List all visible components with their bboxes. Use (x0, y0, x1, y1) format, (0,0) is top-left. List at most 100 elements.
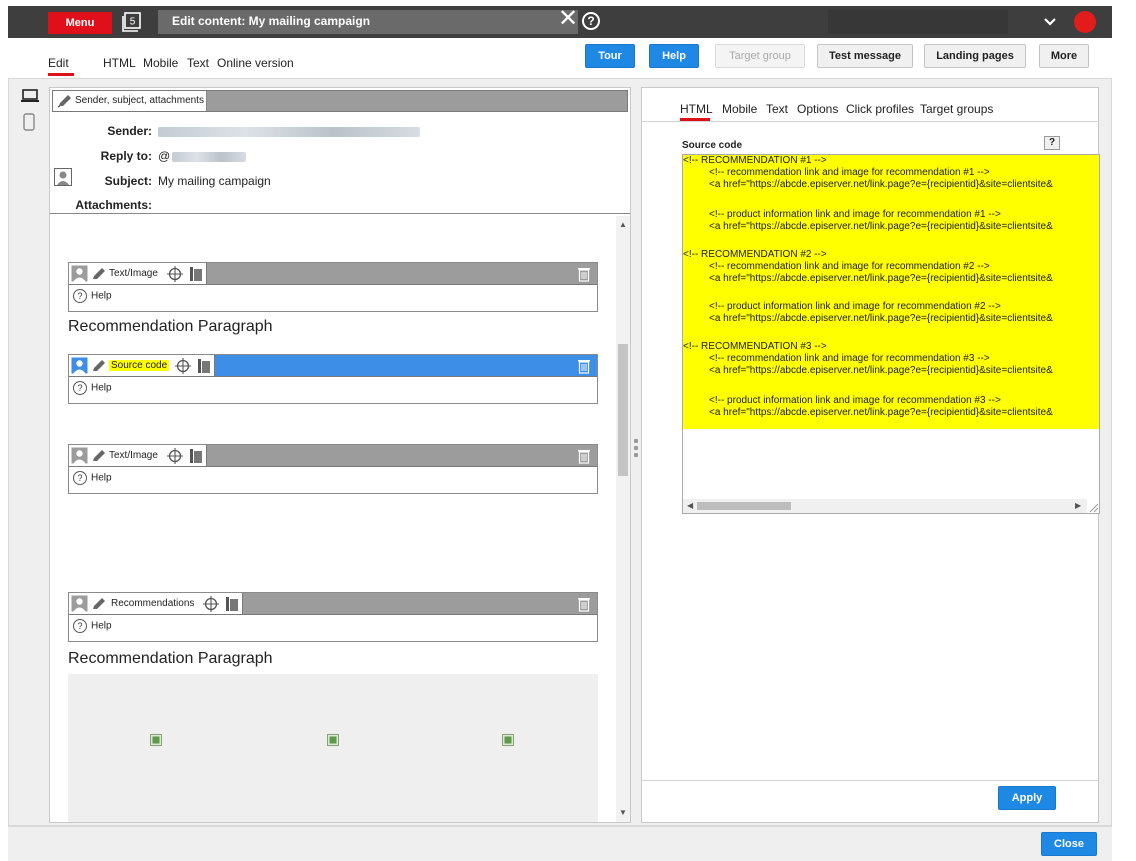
tour-button[interactable]: Tour (585, 44, 635, 68)
landing-pages-button[interactable]: Landing pages (924, 44, 1026, 68)
block-toolbar: Recommendations (69, 593, 597, 615)
header-section-bar[interactable]: Sender, subject, attachments (52, 90, 628, 112)
pencil-icon[interactable] (91, 449, 107, 463)
test-message-button[interactable]: Test message (817, 44, 913, 68)
window-title-box: Edit content: My mailing campaign (158, 10, 578, 34)
content-block-text-image[interactable]: Text/Image ? Help (68, 262, 598, 312)
user-status-dot[interactable] (1074, 11, 1096, 33)
trash-icon[interactable] (577, 596, 591, 612)
message-header-section: Sender, subject, attachments Sender: Rep… (50, 88, 630, 214)
scroll-left-arrow[interactable]: ◀ (687, 501, 693, 510)
code-line: <a href="https://abcde.episerver.net/lin… (709, 273, 1053, 284)
crosshair-icon[interactable] (203, 596, 219, 612)
avatar-icon[interactable] (71, 595, 88, 612)
content-block-text-image[interactable]: Text/Image ? Help (68, 444, 598, 494)
horizontal-scrollbar[interactable]: ◀ ▶ (683, 499, 1087, 513)
sender-label: Sender: (107, 124, 152, 138)
tab-text[interactable]: Text (766, 102, 788, 116)
content-blocks-area: Text/Image ? Help Recommendation Paragrap… (50, 216, 630, 822)
avatar-icon[interactable] (71, 265, 88, 282)
tab-edit[interactable]: Edit (48, 56, 69, 70)
resize-handle-icon[interactable] (1087, 499, 1099, 513)
crosshair-icon[interactable] (167, 266, 183, 282)
copy-icon[interactable] (189, 266, 203, 282)
block-toolbar-selected: Source code (69, 355, 597, 377)
block-label: Source code (109, 360, 170, 371)
reply-to-prefix: @ (158, 149, 171, 163)
trash-icon[interactable] (577, 448, 591, 464)
desktop-icon[interactable] (21, 89, 39, 103)
code-line: <a href="https://abcde.episerver.net/lin… (709, 365, 1053, 376)
tab-count-icon[interactable]: 5 (120, 10, 144, 34)
block-help-link[interactable]: ? Help (73, 381, 112, 395)
scrollbar-thumb[interactable] (618, 344, 628, 476)
vertical-scrollbar[interactable] (616, 216, 630, 822)
trash-icon[interactable] (577, 358, 591, 374)
attachments-label: Attachments: (75, 198, 152, 212)
tab-target-groups[interactable]: Target groups (920, 102, 993, 116)
more-button[interactable]: More (1039, 44, 1089, 68)
tab-mobile[interactable]: Mobile (143, 56, 178, 70)
scroll-down-arrow[interactable]: ▼ (618, 808, 628, 818)
source-code-help-button[interactable]: ? (1044, 136, 1060, 150)
copy-icon[interactable] (197, 358, 211, 374)
image-placeholder-icon[interactable] (150, 734, 162, 746)
copy-icon[interactable] (225, 596, 239, 612)
pencil-icon[interactable] (91, 597, 107, 611)
block-toolbar: Text/Image (69, 445, 597, 467)
target-group-button[interactable]: Target group (715, 44, 805, 68)
paragraph-heading: Recommendation Paragraph (68, 650, 273, 667)
block-help-link[interactable]: ? Help (73, 619, 112, 633)
tab-online-version[interactable]: Online version (217, 56, 294, 70)
block-help-link[interactable]: ? Help (73, 289, 112, 303)
trash-icon[interactable] (577, 266, 591, 282)
help-button[interactable]: Help (649, 44, 699, 68)
subject-label: Subject: (104, 174, 152, 188)
pencil-icon[interactable] (91, 359, 107, 373)
pencil-icon[interactable] (91, 267, 107, 281)
content-block-recommendations[interactable]: Recommendations ? Help (68, 592, 598, 642)
tab-options[interactable]: Options (797, 102, 838, 116)
pencil-icon[interactable] (57, 94, 73, 108)
chevron-down-icon[interactable] (1042, 14, 1058, 30)
crosshair-icon[interactable] (167, 448, 183, 464)
header-section-label: Sender, subject, attachments (75, 95, 204, 106)
crosshair-icon[interactable] (175, 358, 191, 374)
reply-to-label: Reply to: (100, 149, 152, 163)
avatar-icon[interactable] (71, 357, 88, 374)
tab-text[interactable]: Text (187, 56, 209, 70)
code-line: <!-- product information link and image … (709, 301, 1001, 312)
tab-html[interactable]: HTML (680, 102, 713, 116)
tab-mobile[interactable]: Mobile (722, 102, 757, 116)
scroll-up-arrow[interactable]: ▲ (618, 220, 628, 230)
code-line: <!-- RECOMMENDATION #3 --> (683, 341, 827, 352)
scroll-right-arrow[interactable]: ▶ (1075, 501, 1081, 510)
scrollbar-thumb[interactable] (697, 502, 791, 510)
code-line: <!-- RECOMMENDATION #2 --> (683, 249, 827, 260)
block-label: Recommendations (111, 598, 195, 609)
help-circle-icon: ? (73, 619, 87, 633)
avatar-icon[interactable] (71, 447, 88, 464)
editor-toolbar: Edit HTML Mobile Text Online version Tou… (8, 38, 1112, 78)
help-circle-icon: ? (73, 381, 87, 395)
code-line: <a href="https://abcde.episerver.net/lin… (709, 313, 1053, 324)
close-button[interactable]: Close (1041, 832, 1097, 856)
source-code-editor[interactable]: <!-- RECOMMENDATION #1 --> <!-- recommen… (682, 154, 1100, 514)
help-icon[interactable]: ? (582, 12, 600, 30)
image-placeholder-icon[interactable] (502, 734, 514, 746)
code-line: <a href="https://abcde.episerver.net/lin… (709, 179, 1053, 190)
copy-icon[interactable] (189, 448, 203, 464)
subject-value[interactable]: My mailing campaign (158, 174, 271, 188)
help-circle-icon: ? (73, 471, 87, 485)
content-block-source-code[interactable]: Source code ? Help (68, 354, 598, 404)
panel-splitter[interactable] (631, 87, 641, 823)
tab-click-profiles[interactable]: Click profiles (846, 102, 914, 116)
image-placeholder-icon[interactable] (327, 734, 339, 746)
tab-html[interactable]: HTML (103, 56, 136, 70)
code-line: <!-- recommendation link and image for r… (709, 167, 990, 178)
mobile-icon[interactable] (23, 113, 35, 131)
apply-button[interactable]: Apply (998, 786, 1056, 810)
block-help-link[interactable]: ? Help (73, 471, 112, 485)
menu-button[interactable]: Menu (48, 12, 112, 34)
close-icon[interactable]: ✕ (556, 7, 580, 32)
